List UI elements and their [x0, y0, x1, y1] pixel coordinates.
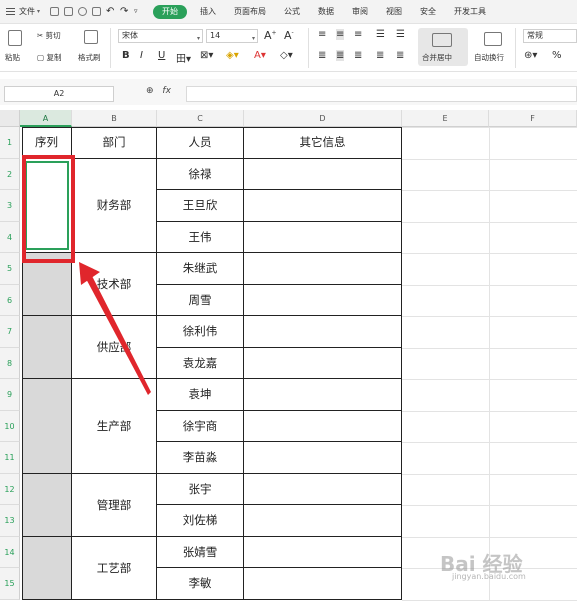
- pointer-arrow: [79, 262, 151, 395]
- baidu-watermark-url: jingyan.baidu.com: [452, 572, 526, 581]
